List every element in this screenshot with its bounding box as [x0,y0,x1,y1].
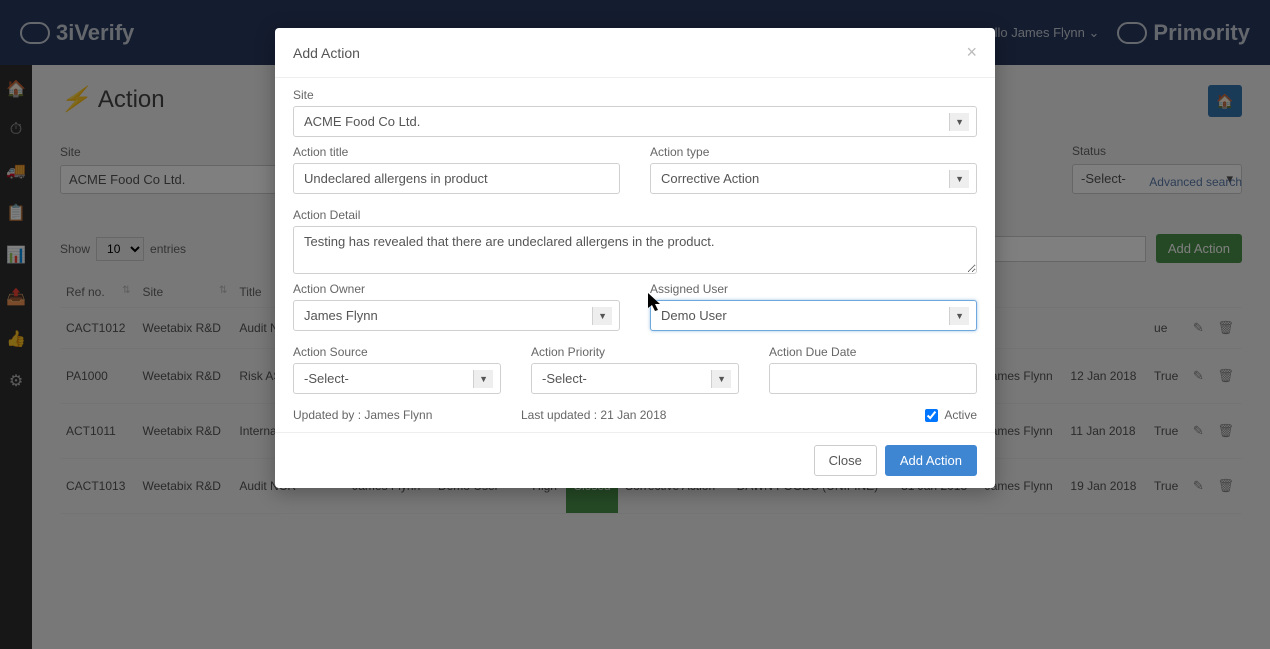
site-select[interactable] [293,106,977,137]
site-label: Site [293,88,977,102]
action-source-select[interactable] [293,363,501,394]
action-detail-textarea[interactable]: Testing has revealed that there are unde… [293,226,977,274]
action-title-label: Action title [293,145,620,159]
action-owner-label: Action Owner [293,282,620,296]
action-priority-label: Action Priority [531,345,739,359]
last-updated-text: Last updated : 21 Jan 2018 [521,408,749,422]
close-icon[interactable]: × [966,42,977,63]
modal-body: Site Action title Action type Action Det… [275,78,995,432]
assigned-user-label: Assigned User [650,282,977,296]
action-source-label: Action Source [293,345,501,359]
action-detail-label: Action Detail [293,208,977,222]
add-action-modal: Add Action × Site Action title Action ty… [275,28,995,488]
action-priority-select[interactable] [531,363,739,394]
close-button[interactable]: Close [814,445,877,476]
modal-title: Add Action [293,45,360,61]
action-owner-select[interactable] [293,300,620,331]
action-due-input[interactable] [769,363,977,394]
assigned-user-select[interactable] [650,300,977,331]
modal-header: Add Action × [275,28,995,78]
updated-by-text: Updated by : James Flynn [293,408,521,422]
active-label: Active [944,408,977,422]
modal-footer: Close Add Action [275,432,995,488]
action-type-select[interactable] [650,163,977,194]
submit-add-action-button[interactable]: Add Action [885,445,977,476]
modal-overlay: Add Action × Site Action title Action ty… [0,0,1270,649]
action-due-label: Action Due Date [769,345,977,359]
action-title-input[interactable] [293,163,620,194]
action-type-label: Action type [650,145,977,159]
active-checkbox[interactable] [925,409,938,422]
